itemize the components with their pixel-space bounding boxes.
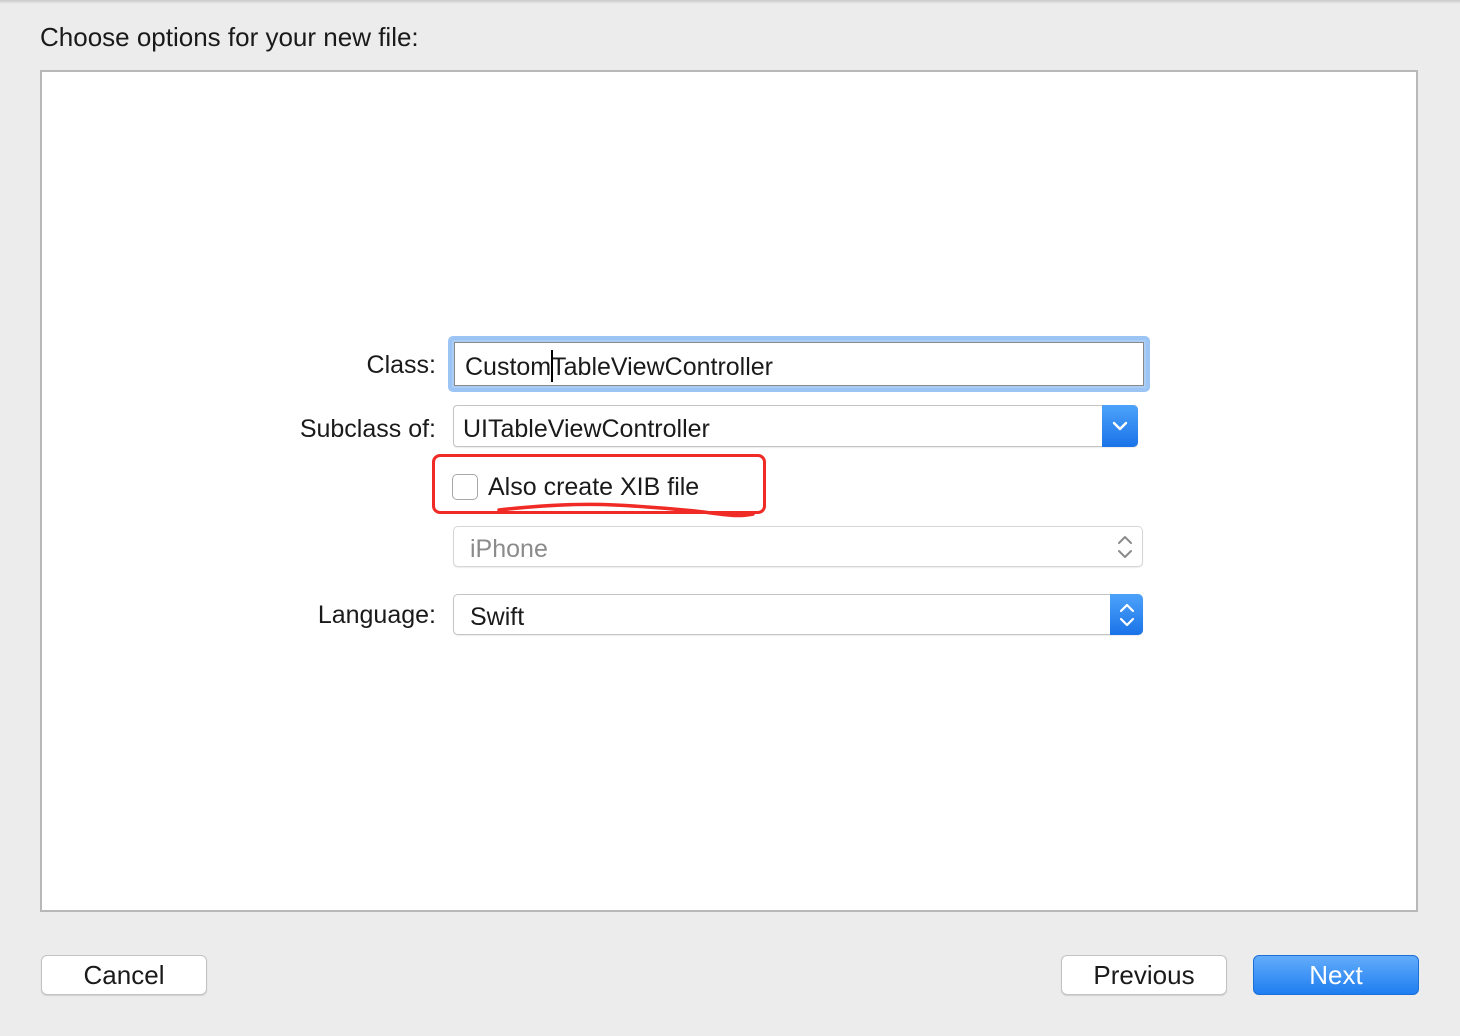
window-top-edge: [0, 0, 1460, 4]
text-caret: [551, 350, 553, 382]
annotation-underline: [497, 502, 755, 518]
class-field-inner[interactable]: CustomTableViewController: [454, 342, 1144, 386]
chevron-down-icon: [1112, 421, 1128, 431]
subclass-label: Subclass of:: [299, 415, 436, 443]
language-value[interactable]: Swift: [470, 603, 524, 632]
subclass-value[interactable]: UITableViewController: [463, 415, 710, 444]
language-label: Language:: [317, 601, 436, 629]
next-button[interactable]: Next: [1253, 955, 1419, 995]
subclass-combobox[interactable]: UITableViewController: [453, 405, 1138, 447]
dialog-title: Choose options for your new file:: [40, 22, 419, 52]
class-input-text[interactable]: CustomTableViewController: [465, 353, 773, 382]
cancel-button[interactable]: Cancel: [41, 955, 207, 995]
updown-chevron-icon: [1118, 536, 1132, 558]
language-popup[interactable]: Swift: [453, 594, 1143, 635]
previous-button[interactable]: Previous: [1061, 955, 1227, 995]
class-label: Class:: [366, 351, 436, 379]
language-popup-button[interactable]: [1110, 594, 1143, 635]
device-value: iPhone: [470, 535, 548, 563]
class-field[interactable]: CustomTableViewController: [448, 336, 1150, 392]
device-popup: iPhone: [453, 526, 1143, 567]
subclass-dropdown-button[interactable]: [1102, 405, 1138, 447]
updown-chevron-icon: [1119, 603, 1134, 626]
